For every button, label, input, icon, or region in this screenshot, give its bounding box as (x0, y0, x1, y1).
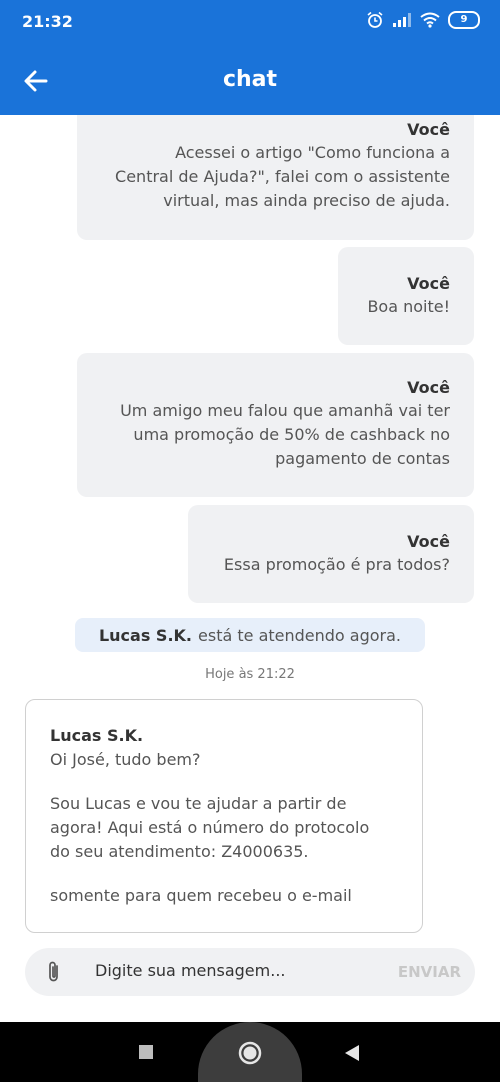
user-message: Você Boa noite! (338, 247, 474, 345)
message-line: Um amigo meu falou que amanhã vai ter (120, 401, 450, 420)
status-icons: 9 (366, 11, 480, 29)
message-sender: Você (407, 378, 450, 397)
user-message: Você Um amigo meu falou que amanhã vai t… (77, 353, 474, 497)
agent-message-line: agora! Aqui está o número do protocolo (50, 818, 370, 837)
user-message: Você Essa promoção é pra todos? (188, 505, 474, 603)
message-line: uma promoção de 50% de cashback no (133, 425, 450, 444)
recent-apps-icon[interactable] (138, 1044, 154, 1060)
home-icon[interactable] (237, 1040, 263, 1066)
attendant-status-text: está te atendendo agora. (198, 625, 402, 645)
message-line: Central de Ajuda?", falei com o assisten… (115, 167, 450, 186)
signal-icon (393, 13, 411, 27)
alarm-icon (367, 11, 383, 28)
page-title: chat (222, 67, 278, 92)
battery-level: 9 (460, 14, 468, 25)
message-composer: Digite sua mensagem... ENVIAR (25, 948, 475, 996)
send-button[interactable]: ENVIAR (398, 963, 461, 981)
agent-message-line: do seu atendimento: Z4000635. (50, 842, 309, 861)
message-line: virtual, mas ainda preciso de ajuda. (163, 191, 450, 210)
message-line: pagamento de contas (275, 449, 450, 468)
status-time: 21:32 (22, 12, 73, 31)
message-line: Essa promoção é pra todos? (223, 555, 450, 574)
agent-message-line: Oi José, tudo bem? (50, 750, 201, 769)
agent-message-line: somente para quem recebeu o e-mail (50, 886, 352, 905)
battery-icon: 9 (448, 11, 480, 29)
chat-history[interactable]: Você Acessei o artigo "Como funciona a C… (0, 115, 500, 935)
message-input[interactable]: Digite sua mensagem... (95, 961, 286, 980)
system-nav-bar (0, 1022, 500, 1082)
user-message: Você Acessei o artigo "Como funciona a C… (77, 115, 474, 240)
attendant-name: Lucas S.K. (98, 625, 193, 645)
status-bar: 21:32 9 (0, 0, 500, 45)
message-sender: Você (407, 120, 450, 139)
attendant-status-pill: Lucas S.K. está te atendendo agora. (75, 618, 425, 652)
agent-message: Lucas S.K. Oi José, tudo bem? Sou Lucas … (25, 699, 423, 933)
wifi-icon (420, 12, 440, 28)
agent-message-line: Sou Lucas e vou te ajudar a partir de (50, 794, 347, 813)
message-sender: Você (407, 274, 450, 293)
message-timestamp: Hoje às 21:22 (205, 667, 295, 682)
message-sender: Você (407, 532, 450, 551)
app-header: chat (0, 45, 500, 115)
back-icon[interactable] (344, 1044, 360, 1062)
paperclip-icon[interactable] (44, 960, 64, 984)
message-line: Boa noite! (367, 297, 450, 316)
agent-sender: Lucas S.K. (50, 726, 144, 745)
message-line: Acessei o artigo "Como funciona a (175, 143, 450, 162)
